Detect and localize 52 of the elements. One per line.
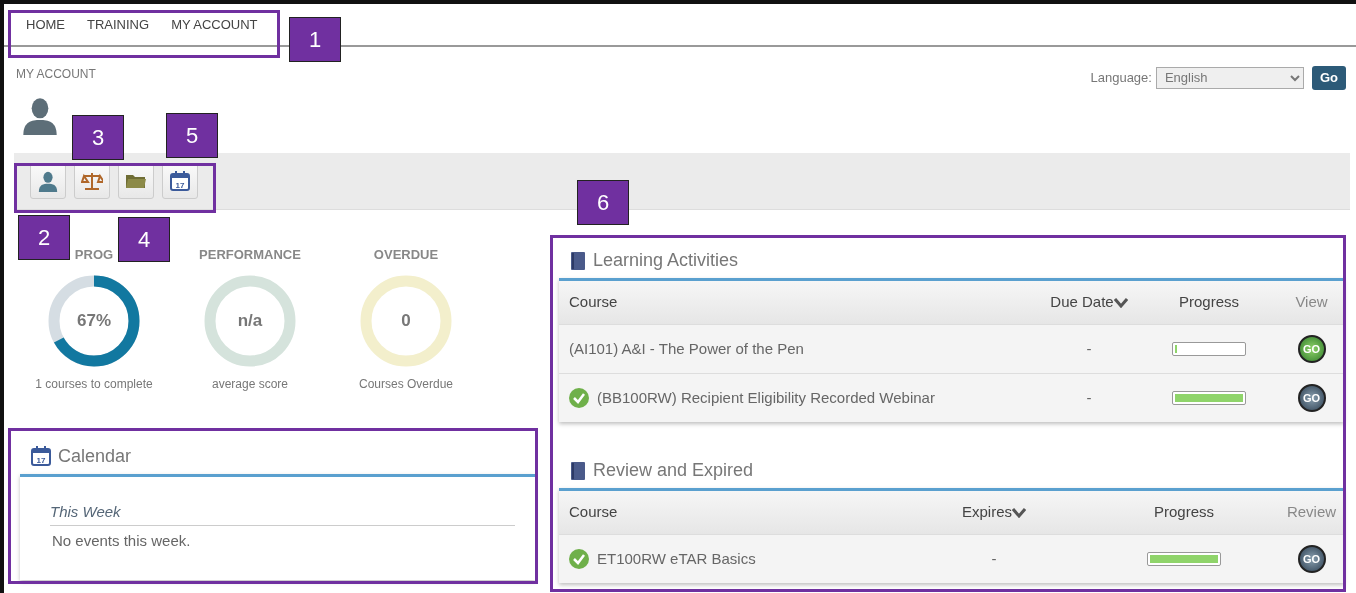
column-header: Review xyxy=(1286,503,1337,521)
column-header[interactable]: Expires xyxy=(962,503,1012,521)
go-button[interactable]: GO xyxy=(1297,545,1326,573)
date-value: - xyxy=(991,549,997,567)
gauge-caption: 1 courses to complete xyxy=(35,375,153,393)
column-header: Progress xyxy=(1154,502,1214,523)
book-icon xyxy=(569,460,587,481)
nav-link-item[interactable]: MY ACCOUNT xyxy=(171,14,258,35)
panel-title: Review and Expired xyxy=(593,459,754,482)
book-icon xyxy=(569,250,587,271)
nav-link-item[interactable]: HOME xyxy=(26,14,65,35)
gauge-title: PERFORMANCE xyxy=(199,246,301,264)
breadcrumb-text: MY ACCOUNT xyxy=(16,66,96,83)
gauge-value: 67% xyxy=(77,309,111,332)
panel-title: Learning Activities xyxy=(593,249,739,272)
calendar-icon: 17 xyxy=(169,170,191,192)
gauge-title: PROG xyxy=(74,246,114,264)
date-value: - xyxy=(1086,388,1092,406)
avatar-icon xyxy=(20,95,60,135)
column-header: Course xyxy=(569,503,618,521)
gauge-caption: average score xyxy=(211,375,288,393)
go-button[interactable]: Go xyxy=(1311,66,1346,90)
column-header[interactable]: Due Date xyxy=(1050,293,1114,311)
language-label: Language: xyxy=(1090,69,1152,87)
calendar-icon: 17 xyxy=(30,445,52,467)
gauge-title: OVERDUE xyxy=(373,246,439,264)
date-value: - xyxy=(1086,339,1092,357)
person-icon xyxy=(37,170,59,192)
gauge-value: 0 xyxy=(401,309,411,332)
empty-message: No events this week. xyxy=(51,531,192,551)
nav-link-item[interactable]: TRAINING xyxy=(87,14,150,35)
gauge-value: n/a xyxy=(237,309,263,332)
go-button[interactable]: GO xyxy=(1297,384,1326,412)
callout-number: 4 xyxy=(118,217,170,262)
callout-number: 1 xyxy=(289,17,341,62)
course-name: ET100RW eTAR Basics xyxy=(597,548,756,569)
week-heading: This Week xyxy=(50,500,515,526)
sort-icon[interactable] xyxy=(1012,508,1026,519)
column-header: View xyxy=(1295,293,1328,311)
language-select[interactable]: English xyxy=(1155,66,1304,89)
panel-title: Calendar xyxy=(58,444,132,468)
sort-icon[interactable] xyxy=(1113,298,1128,309)
column-header: Course xyxy=(569,293,618,311)
callout-number: 6 xyxy=(577,180,629,225)
scales-icon xyxy=(81,170,103,192)
callout-number: 2 xyxy=(18,215,70,260)
course-name: (AI101) A&I - The Power of the Pen xyxy=(569,338,804,359)
callout-number: 3 xyxy=(72,115,124,160)
course-name: (BB100RW) Recipient Eligibility Recorded Webinar xyxy=(597,387,935,408)
gauge-caption: Courses Overdue xyxy=(358,375,453,393)
column-header: Progress xyxy=(1179,292,1239,313)
callout-number: 5 xyxy=(166,113,218,158)
